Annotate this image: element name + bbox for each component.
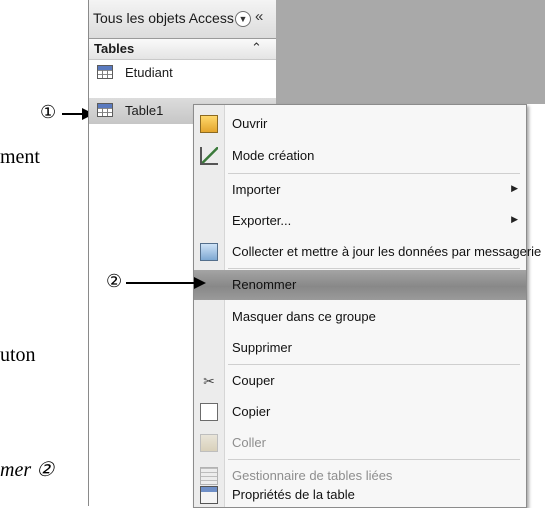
scissors-icon: ✂: [203, 373, 215, 389]
menu-item-label: Exporter...: [232, 213, 292, 228]
menu-item-label: Couper: [232, 373, 275, 388]
group-title: Tables: [94, 41, 135, 56]
submenu-arrow-icon: ▶: [511, 214, 518, 224]
menu-item-label: Renommer: [232, 277, 297, 292]
menu-item-label: Propriétés de la table: [232, 487, 355, 502]
menu-item-cut[interactable]: ✂ Couper: [194, 366, 526, 396]
arrow-head-icon: [194, 277, 206, 289]
nav-pane-header[interactable]: Tous les objets Access ▼ «: [89, 0, 276, 39]
context-menu: Ouvrir Mode création Importer ▶ Exporter…: [193, 104, 541, 508]
submenu-arrow-icon: ▶: [511, 183, 518, 193]
menu-item-label: Masquer dans ce groupe: [232, 309, 376, 324]
callout-arrow-2: [126, 282, 196, 284]
chevron-down-circle-icon[interactable]: ▼: [235, 11, 251, 27]
menu-item-design-view[interactable]: Mode création: [194, 141, 526, 171]
menu-item-import[interactable]: Importer ▶: [194, 175, 526, 205]
menu-item-label: Collecter et mettre à jour les données p…: [232, 244, 542, 259]
document-text-fragment: ment: [0, 146, 40, 168]
nav-item-label: Etudiant: [125, 65, 173, 80]
properties-icon: [200, 486, 218, 504]
callout-arrow-1: [62, 113, 84, 115]
nav-pane-title: Tous les objets Access: [93, 10, 234, 26]
menu-item-label: Coller: [232, 435, 266, 450]
menu-item-label: Copier: [232, 404, 271, 419]
menu-item-table-properties[interactable]: Propriétés de la table: [194, 478, 526, 508]
menu-item-label: Supprimer: [232, 340, 292, 355]
table-icon: [97, 65, 113, 79]
menu-item-open[interactable]: Ouvrir: [194, 109, 526, 139]
collect-data-icon: [200, 243, 218, 261]
menu-item-collect-data[interactable]: Collecter et mettre à jour les données p…: [194, 237, 541, 267]
menu-item-paste[interactable]: Coller: [194, 428, 526, 458]
document-text-fragment: uton: [0, 344, 36, 366]
design-view-icon: [200, 147, 218, 165]
document-text-fragment: mer ②: [0, 459, 55, 481]
menu-item-delete[interactable]: Supprimer: [194, 333, 526, 363]
callout-number-2: ②: [106, 271, 123, 292]
menu-item-label: Importer: [232, 182, 281, 197]
nav-item-etudiant[interactable]: Etudiant: [89, 60, 276, 86]
menu-separator: [228, 268, 520, 269]
table-icon: [97, 103, 113, 117]
menu-separator: [228, 173, 520, 174]
copy-icon: [200, 403, 218, 421]
workspace-background: [276, 0, 545, 104]
open-icon: [200, 115, 218, 133]
menu-item-copy[interactable]: Copier: [194, 397, 526, 427]
paste-icon: [200, 434, 218, 452]
menu-item-label: Mode création: [232, 148, 315, 163]
group-header-tables[interactable]: Tables ⌃: [89, 39, 276, 60]
menu-item-hide-in-group[interactable]: Masquer dans ce groupe: [194, 302, 526, 332]
menu-item-export[interactable]: Exporter... ▶: [194, 206, 526, 236]
menu-separator: [228, 364, 520, 365]
collapse-pane-icon[interactable]: «: [255, 8, 263, 25]
menu-separator: [228, 459, 520, 460]
group-collapse-icon[interactable]: ⌃: [251, 40, 262, 56]
callout-number-1: ①: [40, 102, 57, 123]
menu-item-label: Ouvrir: [232, 116, 268, 131]
nav-item-label: Table1: [125, 103, 164, 118]
menu-item-rename[interactable]: Renommer: [194, 270, 526, 300]
